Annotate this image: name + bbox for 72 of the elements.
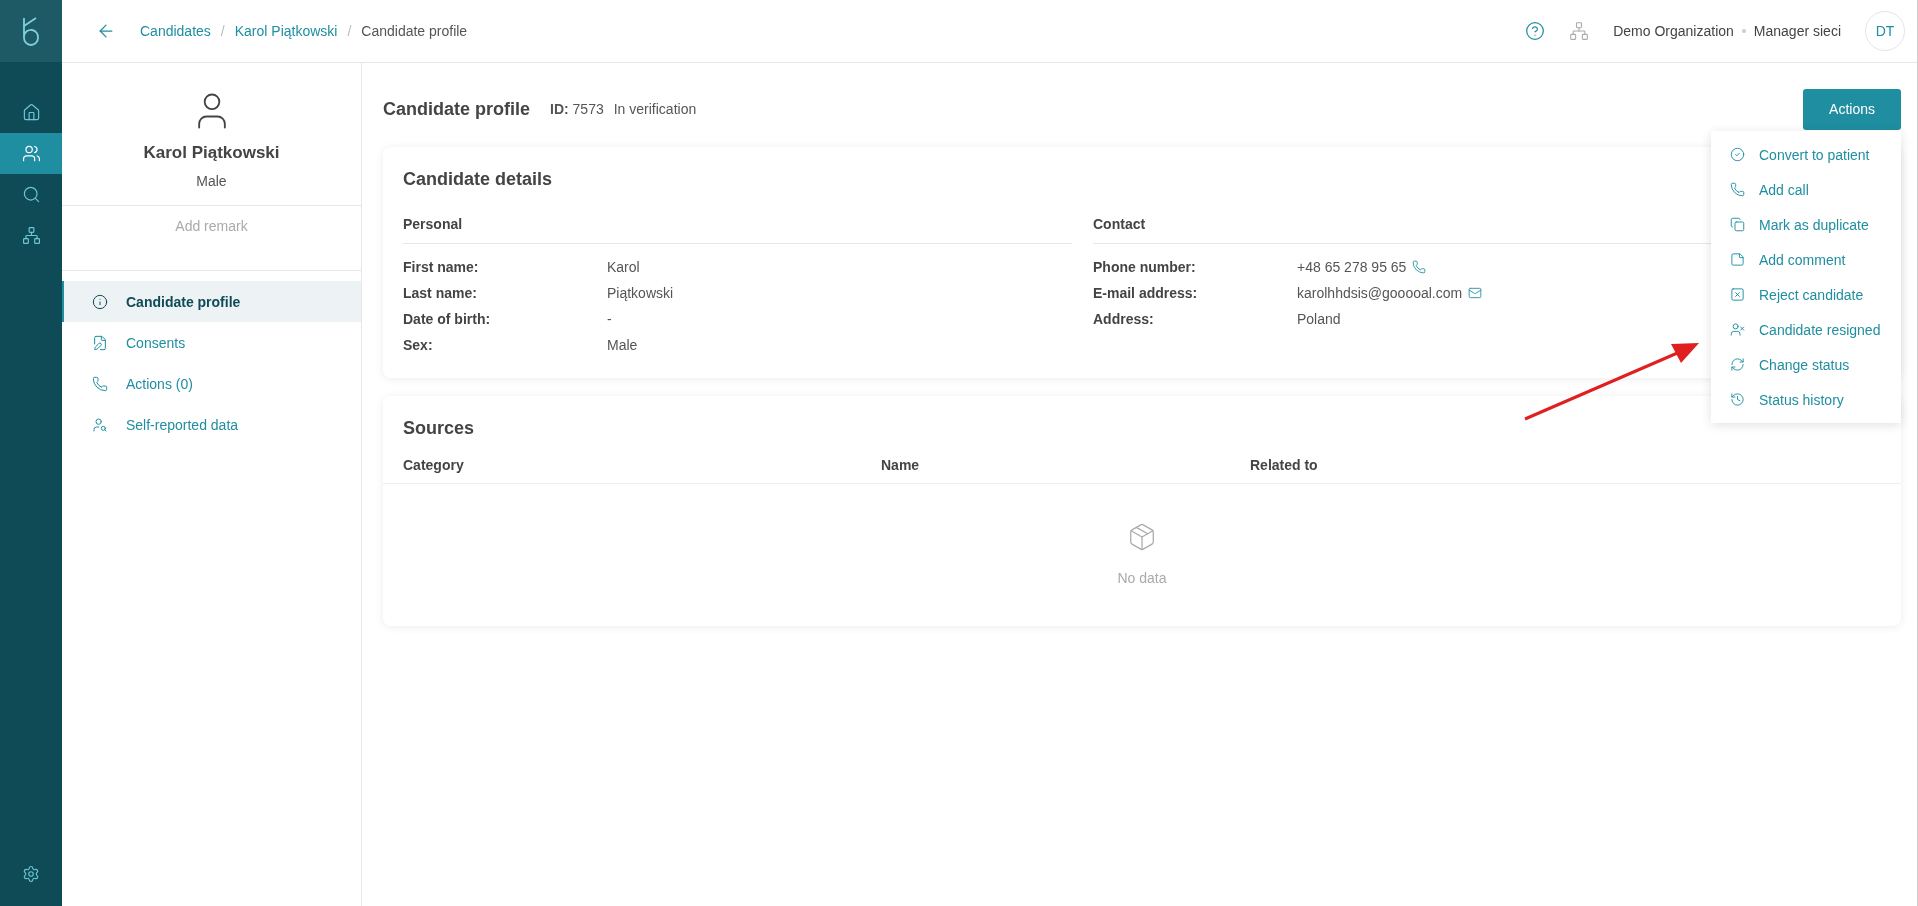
people-icon [21, 144, 41, 163]
user-search-icon [92, 416, 108, 433]
organization-name: Demo Organization [1613, 23, 1734, 39]
info-icon [92, 293, 108, 310]
actions-button[interactable]: Actions [1803, 88, 1901, 130]
field-value: karolhhdsis@gooooal.com [1297, 285, 1463, 301]
candidate-status: In verification [613, 101, 697, 117]
history-icon [1730, 392, 1745, 407]
field-value: Karol [607, 259, 640, 275]
card-title: Sources [403, 418, 475, 439]
user-role: Manager sieci [1753, 23, 1841, 39]
menu-item[interactable]: Add call [1711, 172, 1901, 207]
rail-nav-button[interactable] [0, 133, 62, 174]
search-icon [21, 185, 41, 204]
column-header: Category [403, 457, 464, 473]
check-circle-icon [1730, 147, 1745, 162]
phone-icon[interactable] [1412, 260, 1427, 274]
candidate-id: ID: 7573 [550, 101, 604, 117]
current-page-label: Candidate profile [361, 23, 468, 39]
candidate-sex: Male [196, 173, 227, 189]
field-label: Last name: [403, 285, 478, 301]
field-label: First name: [403, 259, 480, 275]
side-nav-item[interactable]: Actions (0) [62, 363, 361, 404]
phone-icon [92, 375, 108, 392]
org-chart-icon[interactable] [1569, 21, 1590, 41]
home-icon [21, 103, 41, 122]
empty-box-icon [1127, 522, 1157, 552]
add-remark-link[interactable]: Add remark [62, 206, 361, 271]
phone-icon [1730, 182, 1745, 197]
field-value: Piątkowski [607, 285, 674, 301]
copy-icon [1730, 217, 1745, 232]
mail-icon[interactable] [1468, 286, 1483, 300]
menu-item[interactable]: Mark as duplicate [1711, 207, 1901, 242]
breadcrumb-separator: / [220, 23, 225, 39]
menu-item[interactable]: Add comment [1711, 242, 1901, 277]
logo-tile[interactable] [0, 0, 62, 62]
field-value: - [607, 311, 612, 327]
column-header: Name [881, 457, 920, 473]
side-nav-item[interactable]: Consents [62, 322, 361, 363]
menu-item[interactable]: Reject candidate [1711, 277, 1901, 312]
refresh-icon [1730, 357, 1745, 372]
square-x-icon [1730, 287, 1745, 302]
breadcrumb-separator: / [347, 23, 352, 39]
column-header: Related to [1250, 457, 1318, 473]
page-title: Candidate profile [383, 98, 530, 120]
breadcrumb-link[interactable]: Karol Piątkowski [234, 23, 338, 39]
help-icon[interactable] [1525, 21, 1546, 41]
field-label: E-mail address: [1093, 285, 1199, 301]
note-icon [1730, 252, 1745, 267]
field-value: Male [607, 337, 638, 353]
breadcrumb-link[interactable]: Candidates [140, 23, 211, 39]
field-label: Address: [1093, 311, 1155, 327]
logo-icon [20, 16, 42, 46]
side-nav-item[interactable]: Self-reported data [62, 404, 361, 445]
menu-item[interactable]: Status history [1711, 382, 1901, 417]
field-label: Date of birth: [403, 311, 492, 327]
org-chart-icon [21, 226, 41, 245]
settings-icon [22, 864, 40, 883]
document-pen-icon [92, 334, 108, 351]
card-title: Candidate details [403, 169, 553, 190]
field-value: +48 65 278 95 65 [1297, 259, 1407, 275]
empty-text: No data [1117, 570, 1167, 586]
field-value: Poland [1297, 311, 1341, 327]
menu-item[interactable]: Change status [1711, 347, 1901, 382]
menu-item[interactable]: Convert to patient [1711, 137, 1901, 172]
user-x-icon [1730, 322, 1745, 337]
menu-item[interactable]: Candidate resigned [1711, 312, 1901, 347]
candidate-name: Karol Piątkowski [143, 143, 280, 163]
section-title: Personal [403, 216, 1072, 244]
field-label: Phone number: [1093, 259, 1197, 275]
field-label: Sex: [403, 337, 434, 353]
side-nav-item[interactable]: Candidate profile [62, 281, 361, 322]
